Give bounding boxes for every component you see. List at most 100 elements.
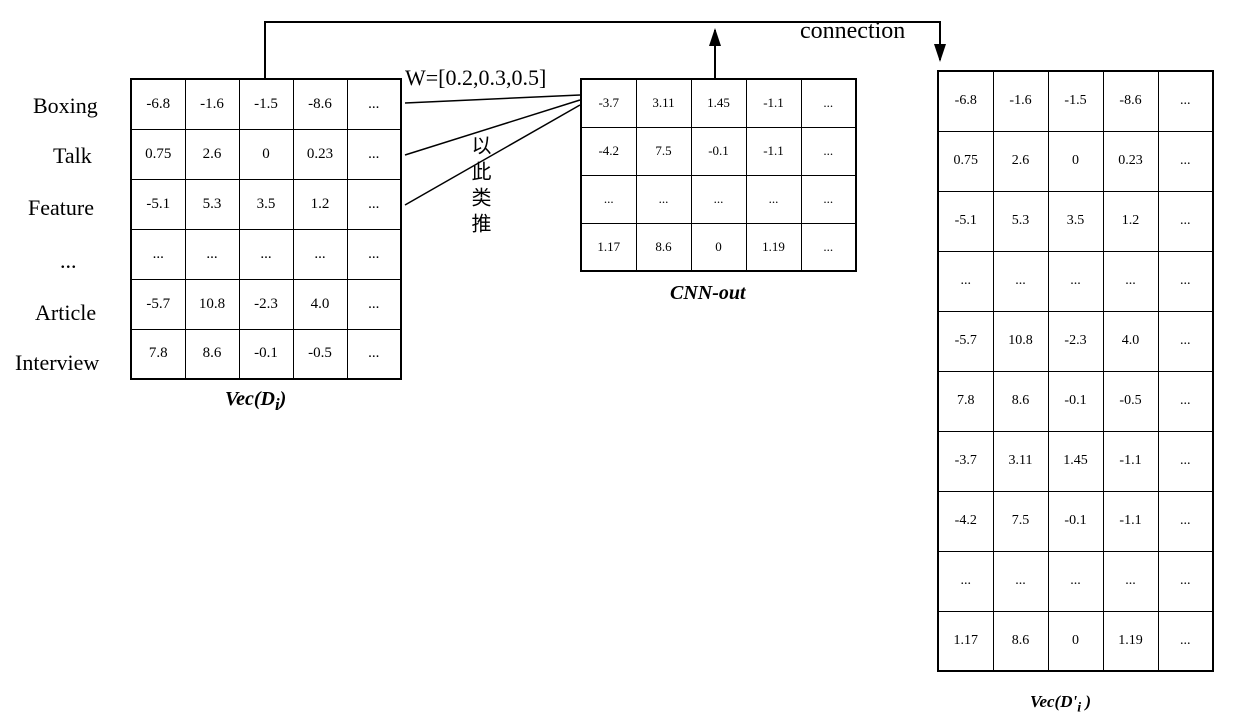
cell: -3.7 — [938, 431, 993, 491]
cell: -1.1 — [1103, 431, 1158, 491]
cell: 7.8 — [131, 329, 185, 379]
cell: -1.6 — [185, 79, 239, 129]
cell: -1.1 — [746, 79, 801, 127]
row-label-ellipsis: ... — [60, 248, 77, 274]
cell: -2.3 — [239, 279, 293, 329]
cell: 0 — [239, 129, 293, 179]
cell: ... — [293, 229, 347, 279]
cell: 0.23 — [293, 129, 347, 179]
cell: 3.5 — [239, 179, 293, 229]
cell: 4.0 — [1103, 311, 1158, 371]
cell: 2.6 — [993, 131, 1048, 191]
cell: 8.6 — [636, 223, 691, 271]
cell: 0 — [691, 223, 746, 271]
row-label-feature: Feature — [28, 195, 94, 221]
cell: 1.45 — [1048, 431, 1103, 491]
cell: 3.5 — [1048, 191, 1103, 251]
cell: 0.23 — [1103, 131, 1158, 191]
cell: 1.19 — [1103, 611, 1158, 671]
cell: 7.5 — [636, 127, 691, 175]
cell: 5.3 — [185, 179, 239, 229]
row-label-interview: Interview — [15, 350, 99, 376]
cell: 1.2 — [293, 179, 347, 229]
cell: 8.6 — [993, 611, 1048, 671]
cell: ... — [801, 175, 856, 223]
cell: 0.75 — [131, 129, 185, 179]
row-label-talk: Talk — [53, 143, 92, 169]
cell: ... — [1158, 491, 1213, 551]
cell: -0.1 — [239, 329, 293, 379]
cell: ... — [938, 251, 993, 311]
cell: ... — [239, 229, 293, 279]
cell: -2.3 — [1048, 311, 1103, 371]
cell: -1.1 — [746, 127, 801, 175]
cell: 8.6 — [185, 329, 239, 379]
cell: -5.7 — [131, 279, 185, 329]
cell: -0.5 — [293, 329, 347, 379]
cell: ... — [347, 329, 401, 379]
cell: -4.2 — [581, 127, 636, 175]
cell: ... — [993, 551, 1048, 611]
cell: ... — [347, 279, 401, 329]
cell: ... — [1103, 551, 1158, 611]
cell: -0.1 — [691, 127, 746, 175]
cell: ... — [1158, 431, 1213, 491]
cell: -5.1 — [131, 179, 185, 229]
caption-vec-di: Vec(Di) — [225, 388, 286, 415]
cell: 1.19 — [746, 223, 801, 271]
cell: ... — [1048, 551, 1103, 611]
cell: ... — [801, 223, 856, 271]
cell: -1.6 — [993, 71, 1048, 131]
cell: -1.5 — [1048, 71, 1103, 131]
cell: 2.6 — [185, 129, 239, 179]
caption-vec-di-prime: Vec(D'i ) — [1030, 692, 1091, 716]
cell: 0 — [1048, 131, 1103, 191]
cell: -1.5 — [239, 79, 293, 129]
cell: ... — [1158, 131, 1213, 191]
cell: 0 — [1048, 611, 1103, 671]
cell: -1.1 — [1103, 491, 1158, 551]
cell: ... — [1158, 371, 1213, 431]
cell: ... — [801, 127, 856, 175]
cell: -8.6 — [1103, 71, 1158, 131]
cell: -6.8 — [938, 71, 993, 131]
cell: 1.17 — [938, 611, 993, 671]
cell: -5.7 — [938, 311, 993, 371]
cell: ... — [1103, 251, 1158, 311]
cell: -3.7 — [581, 79, 636, 127]
cell: 10.8 — [185, 279, 239, 329]
cell: ... — [1158, 251, 1213, 311]
cell: ... — [1158, 71, 1213, 131]
cell: 7.5 — [993, 491, 1048, 551]
cell: ... — [185, 229, 239, 279]
cell: ... — [1158, 611, 1213, 671]
and-so-on-label: 以此类推 — [465, 135, 494, 239]
row-label-boxing: Boxing — [33, 93, 98, 119]
cell: 10.8 — [993, 311, 1048, 371]
cell: ... — [581, 175, 636, 223]
cell: 8.6 — [993, 371, 1048, 431]
cell: ... — [347, 179, 401, 229]
cell: 1.2 — [1103, 191, 1158, 251]
connection-label: connection — [800, 18, 905, 45]
cell: 1.45 — [691, 79, 746, 127]
cell: 5.3 — [993, 191, 1048, 251]
cell: ... — [938, 551, 993, 611]
cell: ... — [801, 79, 856, 127]
cell: -8.6 — [293, 79, 347, 129]
cell: 0.75 — [938, 131, 993, 191]
cell: ... — [993, 251, 1048, 311]
cell: ... — [347, 229, 401, 279]
table-cnn-out: -3.7 3.11 1.45 -1.1 ... -4.2 7.5 -0.1 -1… — [580, 78, 857, 272]
cell: 3.11 — [993, 431, 1048, 491]
cell: -5.1 — [938, 191, 993, 251]
cell: ... — [746, 175, 801, 223]
weight-label: W=[0.2,0.3,0.5] — [405, 65, 546, 91]
cell: ... — [636, 175, 691, 223]
cell: ... — [1158, 191, 1213, 251]
cell: ... — [691, 175, 746, 223]
row-label-article: Article — [35, 300, 96, 326]
cell: -0.1 — [1048, 491, 1103, 551]
cell: ... — [347, 79, 401, 129]
cell: -6.8 — [131, 79, 185, 129]
